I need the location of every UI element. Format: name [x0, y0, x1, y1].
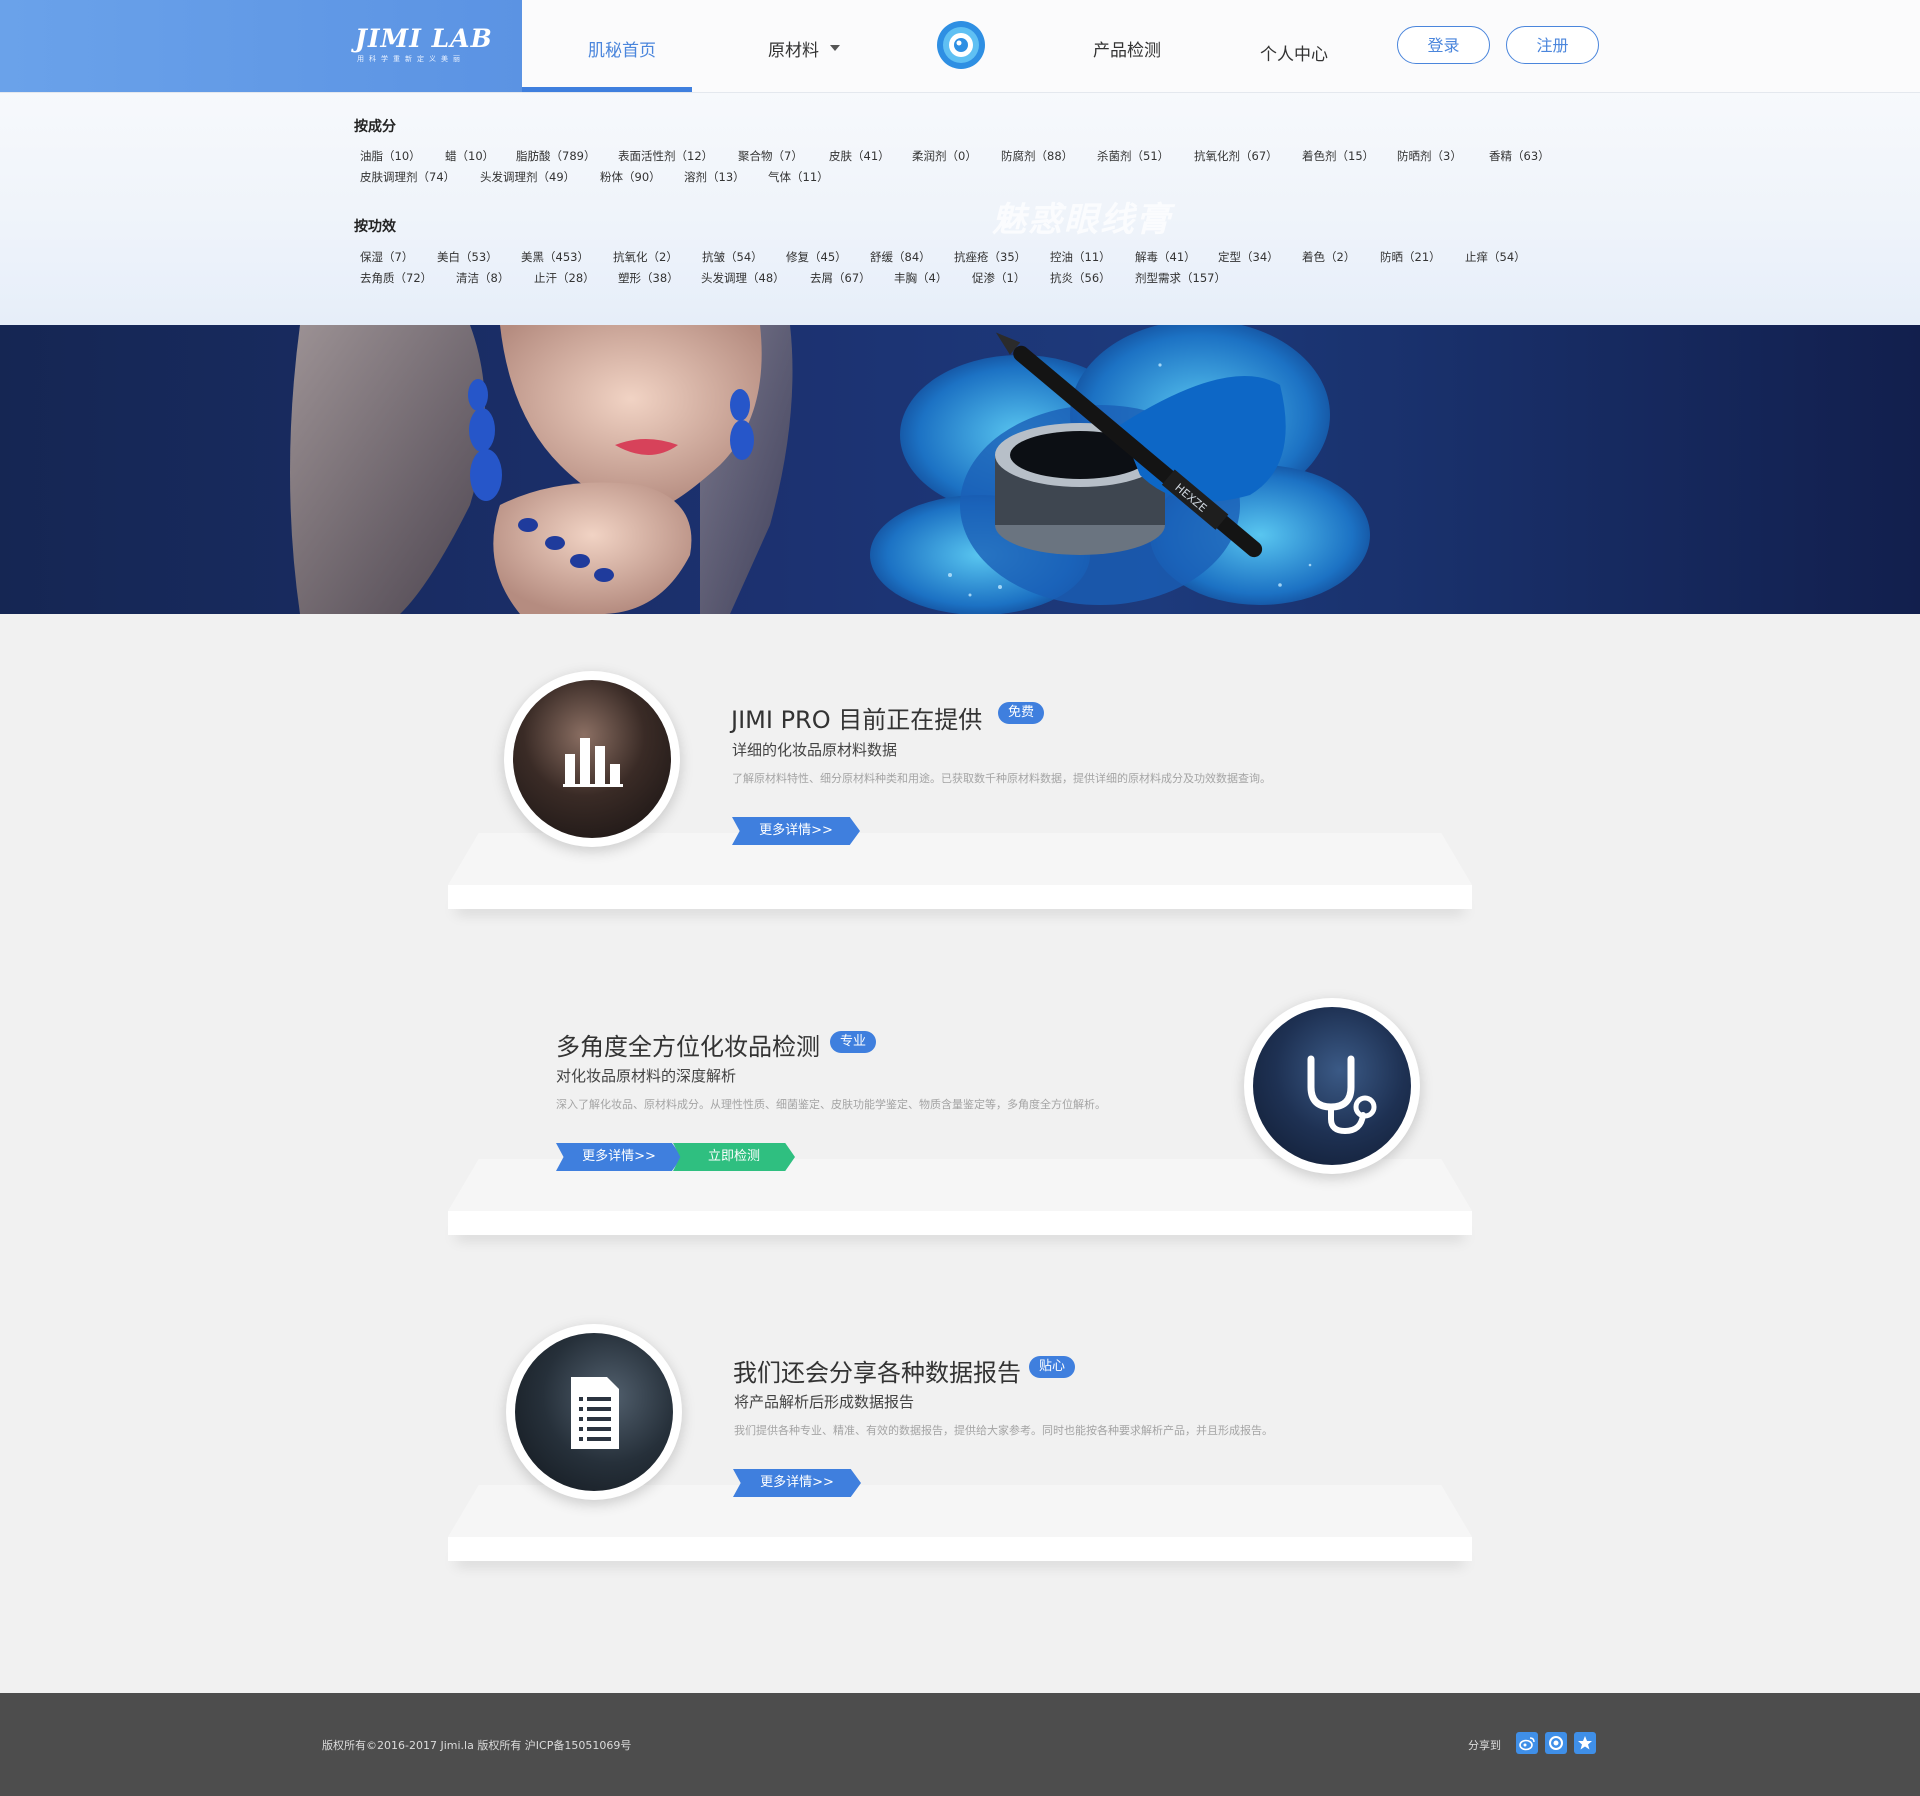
ingredient-tag[interactable]: 聚合物（7） [738, 148, 803, 164]
ingredient-tag[interactable]: 粉体（90） [600, 169, 661, 185]
effect-tag[interactable]: 修复（45） [786, 249, 847, 265]
ingredient-tag[interactable]: 气体（11） [768, 169, 829, 185]
feature-1-description: 了解原材料特性、细分原材料种类和用途。已获取数千种原材料数据，提供详细的原材料成… [732, 772, 1271, 785]
effect-tag[interactable]: 防晒（21） [1380, 249, 1441, 265]
effect-tag[interactable]: 抗痤疮（35） [954, 249, 1026, 265]
ingredient-category-title: 按成分 [354, 119, 396, 135]
effect-tag[interactable]: 去角质（72） [360, 270, 432, 286]
nav-product-testing[interactable]: 产品检测 [1093, 36, 1161, 61]
ingredient-tag[interactable]: 油脂（10） [360, 148, 421, 164]
feature-2-subtitle: 对化妆品原材料的深度解析 [556, 1067, 737, 1085]
effect-tag[interactable]: 塑形（38） [618, 270, 679, 286]
ingredient-tag[interactable]: 蜡（10） [445, 148, 494, 164]
logo-tagline: 用科学重新定义美丽 [357, 55, 465, 63]
effect-tag[interactable]: 丰胸（4） [894, 270, 947, 286]
active-nav-indicator [522, 87, 692, 92]
effect-tag[interactable]: 止汗（28） [534, 270, 595, 286]
favorite-icon[interactable] [1574, 1732, 1596, 1754]
stethoscope-icon [1307, 1055, 1377, 1135]
ingredient-tag[interactable]: 头发调理剂（49） [480, 169, 575, 185]
ingredient-tag[interactable]: 溶剂（13） [684, 169, 745, 185]
feature-3-title: 我们还会分享各种数据报告 [733, 1359, 1021, 1387]
nav-user-center[interactable]: 个人中心 [1260, 40, 1328, 65]
effect-tag[interactable]: 解毒（41） [1135, 249, 1196, 265]
register-button[interactable]: 注册 [1506, 26, 1599, 64]
feature-1-more-button[interactable]: 更多详情>> [732, 817, 860, 845]
effect-tag[interactable]: 抗皱（54） [702, 249, 763, 265]
effect-tag[interactable]: 舒缓（84） [870, 249, 931, 265]
feature-2-description: 深入了解化妆品、原材料成分。从理性性质、细菌鉴定、皮肤功能学鉴定、物质含量鉴定等… [556, 1098, 1106, 1111]
feature-2-more-button[interactable]: 更多详情>> [556, 1143, 682, 1171]
ingredient-tag[interactable]: 防晒剂（3） [1397, 148, 1462, 164]
ingredient-tag[interactable]: 香精（63） [1489, 148, 1550, 164]
ingredient-tag[interactable]: 表面活性剂（12） [618, 148, 713, 164]
ingredient-tag[interactable]: 着色剂（15） [1302, 148, 1374, 164]
nav-home[interactable]: 肌秘首页 [588, 36, 656, 61]
effect-tag[interactable]: 美白（53） [437, 249, 498, 265]
feature-2-image [1244, 998, 1420, 1174]
effect-tag[interactable]: 抗炎（56） [1050, 270, 1111, 286]
qzone-icon[interactable] [1545, 1732, 1567, 1754]
hero-banner: HEXZE [0, 325, 1920, 614]
weibo-icon[interactable] [1516, 1732, 1538, 1754]
effect-category-title: 按功效 [354, 219, 396, 235]
effect-tag[interactable]: 头发调理（48） [701, 270, 785, 286]
feature-2-title: 多角度全方位化妆品检测 [556, 1033, 820, 1061]
feature-1-title: JIMI PRO 目前正在提供 [731, 706, 983, 734]
effect-tag[interactable]: 定型（34） [1218, 249, 1279, 265]
feature-3-badge: 贴心 [1029, 1356, 1076, 1378]
effect-tag[interactable]: 止痒（54） [1465, 249, 1526, 265]
brand-swirl-icon[interactable] [936, 20, 986, 70]
banner-watermark-text: 魅惑眼线膏 [992, 200, 1172, 240]
ingredient-tag[interactable]: 防腐剂（88） [1001, 148, 1073, 164]
feature-3-more-button[interactable]: 更多详情>> [733, 1469, 861, 1497]
feature-3-subtitle: 将产品解析后形成数据报告 [734, 1393, 915, 1411]
copyright-text: 版权所有©2016-2017 Jimi.la 版权所有 沪ICP备1505106… [322, 1739, 632, 1752]
ingredient-tag[interactable]: 抗氧化剂（67） [1194, 148, 1278, 164]
test-now-button[interactable]: 立即检测 [673, 1143, 795, 1171]
ingredient-tag[interactable]: 皮肤（41） [829, 148, 890, 164]
bar-chart-icon [563, 738, 623, 787]
login-button[interactable]: 登录 [1397, 26, 1490, 64]
banner-illustration: HEXZE [290, 325, 1370, 614]
category-dropdown-panel: 魅惑眼线膏 按成分 油脂（10） 蜡（10） 脂肪酸（789） 表面活性剂（12） 聚合… [0, 92, 1920, 325]
ingredient-tag[interactable]: 脂肪酸（789） [516, 148, 595, 164]
ingredient-tag[interactable]: 柔润剂（0） [912, 148, 977, 164]
effect-tag[interactable]: 去屑（67） [810, 270, 871, 286]
document-icon [571, 1377, 619, 1449]
feature-1-badge: 免费 [998, 702, 1045, 724]
chevron-down-icon[interactable] [830, 45, 840, 51]
effect-tag[interactable]: 清洁（8） [456, 270, 509, 286]
top-navbar: JIMI LAB 用科学重新定义美丽 肌秘首页 原材料 产品检测 个人中心 登录… [0, 0, 1920, 92]
effect-tag[interactable]: 剂型需求（157） [1135, 270, 1226, 286]
effect-tag[interactable]: 美黑（453） [521, 249, 589, 265]
ingredient-tag[interactable]: 皮肤调理剂（74） [360, 169, 455, 185]
feature-3-image [506, 1324, 682, 1500]
model-hand [493, 482, 692, 614]
effect-tag[interactable]: 抗氧化（2） [613, 249, 678, 265]
share-label: 分享到 [1468, 1739, 1501, 1752]
logo-block[interactable]: JIMI LAB 用科学重新定义美丽 [0, 0, 522, 92]
feature-1-subtitle: 详细的化妆品原材料数据 [732, 741, 898, 759]
logo-text: JIMI LAB [355, 24, 493, 53]
feature-2-badge: 专业 [830, 1031, 877, 1053]
nav-materials[interactable]: 原材料 [768, 36, 819, 61]
effect-tag[interactable]: 控油（11） [1050, 249, 1111, 265]
ingredient-tag[interactable]: 杀菌剂（51） [1097, 148, 1169, 164]
feature-3-description: 我们提供各种专业、精准、有效的数据报告，提供给大家参考。同时也能按各种要求解析产… [734, 1424, 1273, 1437]
feature-1-image [504, 671, 680, 847]
effect-tag[interactable]: 保湿（7） [360, 249, 413, 265]
footer: 版权所有©2016-2017 Jimi.la 版权所有 沪ICP备1505106… [0, 1693, 1920, 1796]
effect-tag[interactable]: 着色（2） [1302, 249, 1355, 265]
effect-tag[interactable]: 促渗（1） [972, 270, 1025, 286]
